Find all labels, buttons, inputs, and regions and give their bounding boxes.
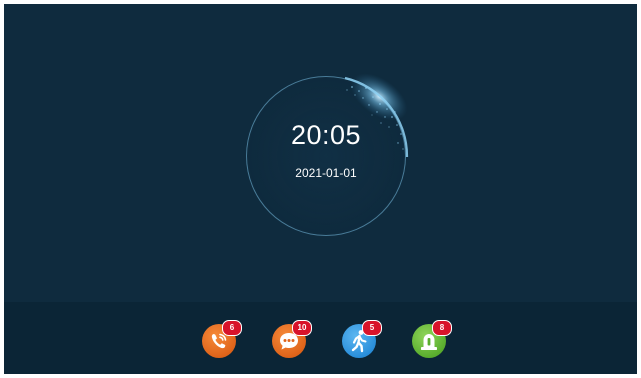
calls-button[interactable]: 6 [202, 320, 242, 358]
clock-glow-arc [344, 73, 409, 158]
clock-ring [246, 73, 409, 236]
intercom-screen: 20:05 2021-01-01 6 10 5 8 [4, 4, 637, 374]
motion-events-badge: 5 [362, 320, 382, 336]
bottom-dock: 6 10 5 8 [4, 302, 637, 374]
alarms-badge: 8 [432, 320, 452, 336]
messages-badge: 10 [292, 320, 312, 336]
alarms-button[interactable]: 8 [412, 320, 452, 358]
motion-events-button[interactable]: 5 [342, 320, 382, 358]
calls-badge: 6 [222, 320, 242, 336]
home-panel: 20:05 2021-01-01 [4, 4, 637, 302]
clock-date: 2021-01-01 [295, 166, 357, 180]
clock-time: 20:05 [290, 120, 362, 150]
messages-button[interactable]: 10 [272, 320, 312, 358]
